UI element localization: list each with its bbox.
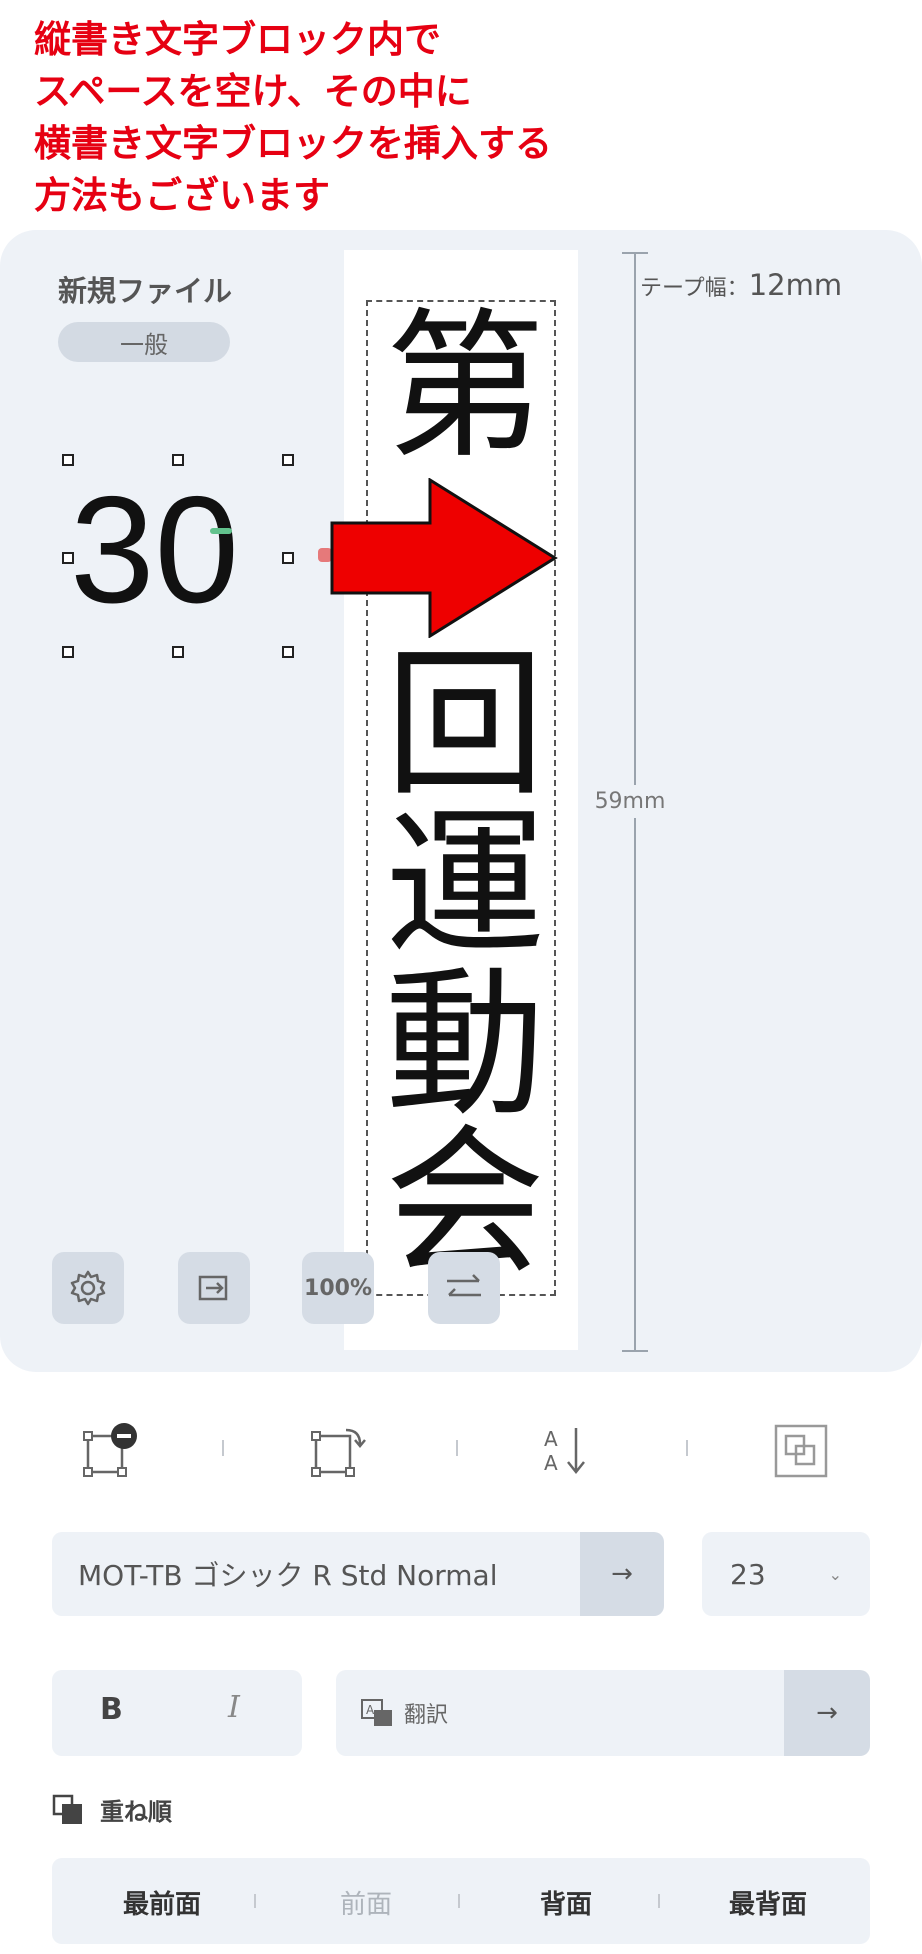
resize-handle-left[interactable] [62,552,74,564]
translate-open-button[interactable]: → [784,1670,870,1756]
gear-icon [70,1270,106,1306]
layer-separator [658,1894,660,1908]
vertical-char-1: 第 [384,293,545,480]
tape-width-info: テープ幅：12mm [640,268,842,302]
cursor-mark [210,528,232,534]
export-icon [198,1275,228,1301]
export-button[interactable] [178,1252,250,1324]
translate-icon: A [361,1699,392,1726]
annotation-line-1: 縦書き文字ブロック内で [34,18,441,61]
toolbar-separator [456,1440,458,1456]
resize-handle-bottom[interactable] [172,646,184,658]
arrange-objects-icon[interactable] [770,1420,832,1482]
horizontal-text-block[interactable]: 30 [70,470,239,630]
translate-label: 翻訳 [404,1703,449,1728]
italic-button[interactable]: I [228,1690,240,1725]
tape-width-label: テープ幅： [640,276,749,301]
vertical-char-4: 動 [384,951,545,1138]
resize-handle-top-left[interactable] [62,454,74,466]
svg-text:A: A [544,1451,558,1475]
remove-frame-icon[interactable] [80,1420,142,1482]
bring-to-front-button[interactable]: 最前面 [82,1884,242,1921]
resize-handle-top-right[interactable] [282,454,294,466]
length-ruler-bottom-cap [622,1350,648,1352]
vertical-char-2: 回 [384,631,545,818]
font-family-select[interactable]: MOT-TB ゴシック R Std Normal [52,1532,580,1616]
layer-separator [458,1894,460,1908]
resize-handle-top[interactable] [172,454,184,466]
annotation-line-2: スペースを空け、その中に [34,70,472,113]
file-category-badge: 一般 [58,322,230,362]
layer-order-heading: 重ね順 [52,1792,172,1827]
vertical-char-3: 運 [384,791,545,978]
length-ruler-top-cap [622,252,648,254]
resize-handle-right[interactable] [282,552,294,564]
toolbar-separator [686,1440,688,1456]
svg-text:A: A [544,1427,558,1451]
tape-width-value: 12mm [748,268,843,302]
text-style-group: B I [52,1670,302,1756]
bold-button[interactable]: B [100,1692,123,1727]
layer-order-bar: 最前面 前面 背面 最背面 [52,1858,870,1944]
font-size-select[interactable]: 23 ⌄ [702,1532,870,1616]
orientation-toggle-button[interactable] [428,1252,500,1324]
font-size-value: 23 [730,1557,766,1591]
resize-handle-bottom-right[interactable] [282,646,294,658]
layer-order-title: 重ね順 [100,1798,172,1826]
toolbar-separator [222,1440,224,1456]
annotation-line-4: 方法もございます [34,174,330,217]
send-to-back-button[interactable]: 最背面 [688,1884,848,1921]
resize-handle-bottom-left[interactable] [62,646,74,658]
rotate-frame-icon[interactable] [306,1420,368,1482]
font-family-open-button[interactable]: → [580,1532,664,1616]
translate-field[interactable]: A 翻訳 [336,1670,784,1756]
text-direction-icon[interactable]: A A [540,1420,602,1482]
file-name: 新規ファイル [58,274,233,308]
layer-separator [254,1894,256,1908]
layers-icon [52,1794,82,1824]
send-backward-button[interactable]: 背面 [486,1884,646,1921]
svg-text:A: A [366,1703,375,1717]
settings-button[interactable] [52,1252,124,1324]
annotation-caption: 縦書き文字ブロック内で スペースを空け、その中に 横書き文字ブロックを挿入する … [34,14,904,222]
bring-forward-button[interactable]: 前面 [286,1884,446,1921]
length-label: 59mm [590,785,670,818]
chevron-down-icon: ⌄ [828,1564,842,1584]
annotation-arrow-icon [330,478,558,638]
annotation-line-3: 横書き文字ブロックを挿入する [34,122,552,165]
swap-direction-icon [447,1274,481,1297]
zoom-button[interactable]: 100% [302,1252,374,1324]
